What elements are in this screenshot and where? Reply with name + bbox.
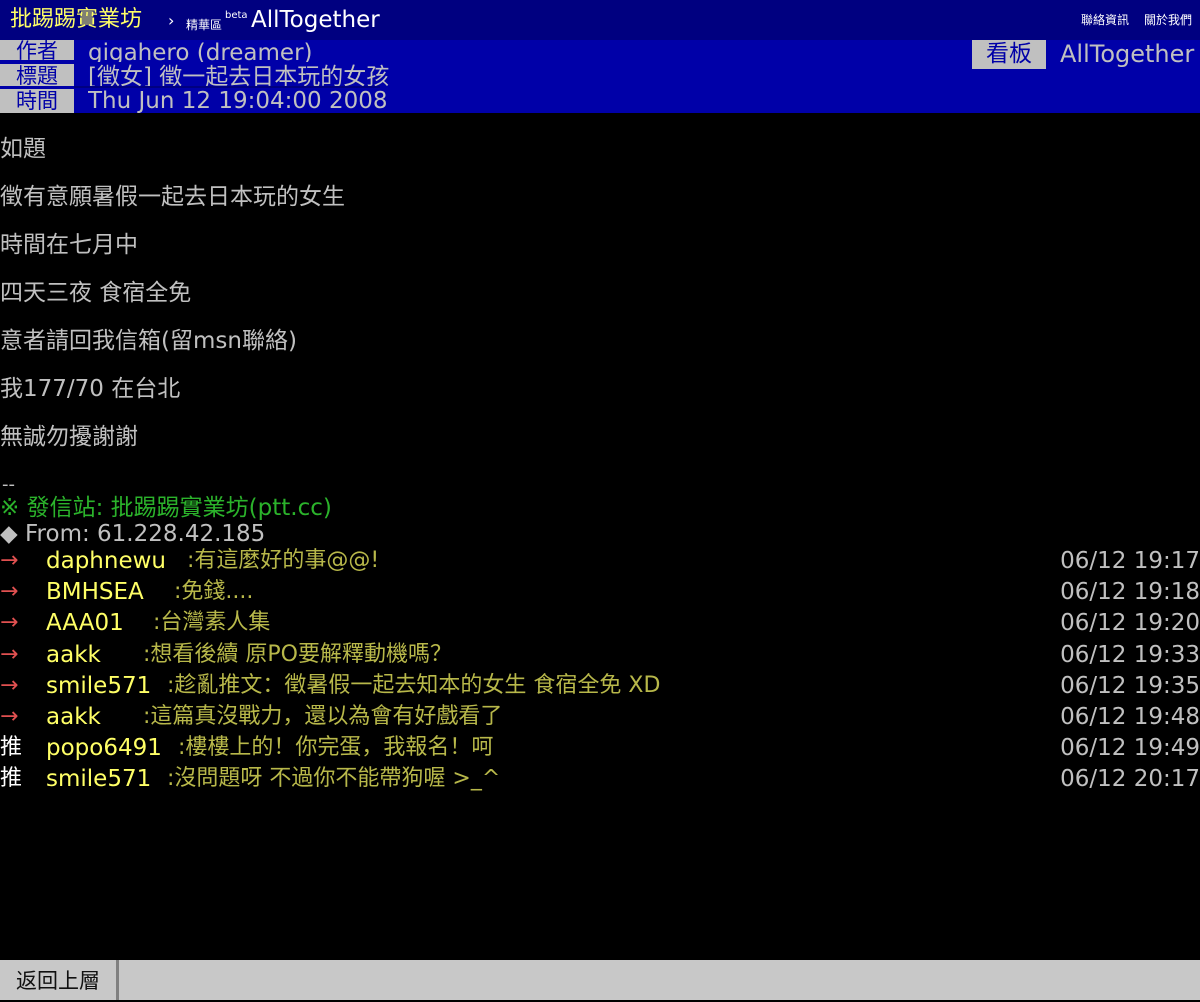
back-button[interactable]: 返回上層 [0, 960, 119, 1000]
title-value: [徵女] 徵一起去日本玩的女孩 [88, 64, 390, 86]
push-row: → BMHSEA :免錢.... 06/12 19:18 [0, 577, 1200, 608]
site-title-link[interactable]: 批踢踢實業坊 [10, 4, 142, 36]
push-tag-arrow: → [0, 579, 19, 604]
push-time: 06/12 19:20 [1060, 610, 1200, 636]
board-label: 看板 [972, 40, 1046, 69]
push-tag-recommend: 推 [0, 766, 23, 791]
signature-separator: -- [2, 474, 15, 495]
body-line: 四天三夜 食宿全免 [0, 280, 192, 306]
push-user: popo6491 [46, 735, 162, 761]
push-tag-arrow: → [0, 673, 19, 698]
bottom-navigation-bar: 返回上層 [0, 960, 1200, 1000]
signature-origin: ※ 發信站: 批踢踢實業坊(ptt.cc) [0, 495, 332, 521]
push-time: 06/12 19:48 [1060, 704, 1200, 730]
push-user: BMHSEA [46, 579, 144, 605]
breadcrumb-section-link[interactable]: 精華區 [186, 10, 222, 40]
author-label: 作者 [0, 40, 74, 60]
push-user: smile571 [46, 766, 152, 792]
push-row: → daphnewu :有這麼好的事@@! 06/12 19:17 [0, 546, 1200, 577]
push-time: 06/12 19:49 [1060, 735, 1200, 761]
push-time: 06/12 19:33 [1060, 642, 1200, 668]
time-value: Thu Jun 12 19:04:00 2008 [88, 88, 388, 113]
push-content: :台灣素人集 [153, 610, 271, 635]
push-tag-arrow: → [0, 642, 19, 667]
body-line: 時間在七月中 [0, 232, 138, 258]
board-value: AllTogether [1060, 40, 1195, 68]
push-row: 推 smile571 :沒問題呀 不過你不能帶狗喔 >_^ 06/12 20:1… [0, 764, 1200, 795]
push-row: → AAA01 :台灣素人集 06/12 19:20 [0, 608, 1200, 639]
body-line: 如題 [0, 136, 46, 162]
push-user: aakk [46, 704, 101, 730]
push-content: :有這麼好的事@@! [187, 548, 380, 573]
push-row: → smile571 :趁亂推文：徵暑假一起去知本的女生 食宿全免 XD 06/… [0, 671, 1200, 702]
contact-link[interactable]: 聯絡資訊 [1081, 12, 1129, 28]
push-user: AAA01 [46, 610, 124, 636]
article-header: 作者 gigahero (dreamer) 標題 [徵女] 徵一起去日本玩的女孩… [0, 40, 1200, 113]
top-navigation-bar: 批踢踢實業坊 › 精華區 beta AllTogether 聯絡資訊 關於我們 [0, 0, 1200, 40]
body-line: 徵有意願暑假一起去日本玩的女生 [0, 184, 345, 210]
push-row: → aakk :這篇真沒戰力，還以為會有好戲看了 06/12 19:48 [0, 702, 1200, 733]
push-tag-arrow: → [0, 610, 19, 635]
push-time: 06/12 19:35 [1060, 673, 1200, 699]
title-label: 標題 [0, 64, 74, 86]
breadcrumb-separator: › [168, 11, 175, 30]
push-content: :這篇真沒戰力，還以為會有好戲看了 [143, 704, 503, 729]
signature-from-ip: ◆ From: 61.228.42.185 [0, 521, 266, 547]
time-label: 時間 [0, 89, 74, 113]
push-tag-arrow: → [0, 548, 19, 573]
push-time: 06/12 19:18 [1060, 579, 1200, 605]
push-user: daphnewu [46, 548, 166, 574]
push-time: 06/12 19:17 [1060, 548, 1200, 574]
body-line: 無誠勿擾謝謝 [0, 424, 138, 450]
push-tag-arrow: → [0, 704, 19, 729]
push-content: :免錢.... [174, 579, 254, 604]
author-value: gigahero (dreamer) [88, 40, 313, 62]
beta-badge: beta [225, 10, 248, 21]
push-user: aakk [46, 642, 101, 668]
breadcrumb-board-link[interactable]: AllTogether [251, 4, 380, 36]
push-row: → aakk :想看後續 原PO要解釋動機嗎？ 06/12 19:33 [0, 640, 1200, 671]
push-content: :樓樓上的！你完蛋，我報名！呵 [178, 735, 494, 760]
push-time: 06/12 20:17 [1060, 766, 1200, 792]
push-content: :沒問題呀 不過你不能帶狗喔 >_^ [167, 766, 501, 791]
push-content: :想看後續 原PO要解釋動機嗎？ [143, 642, 452, 667]
about-link[interactable]: 關於我們 [1144, 12, 1192, 28]
push-content: :趁亂推文：徵暑假一起去知本的女生 食宿全免 XD [167, 673, 661, 698]
body-line: 意者請回我信箱(留msn聯絡) [0, 328, 297, 354]
push-row: 推 popo6491 :樓樓上的！你完蛋，我報名！呵 06/12 19:49 [0, 733, 1200, 764]
push-tag-recommend: 推 [0, 735, 23, 760]
push-user: smile571 [46, 673, 152, 699]
body-line: 我177/70 在台北 [0, 376, 181, 402]
